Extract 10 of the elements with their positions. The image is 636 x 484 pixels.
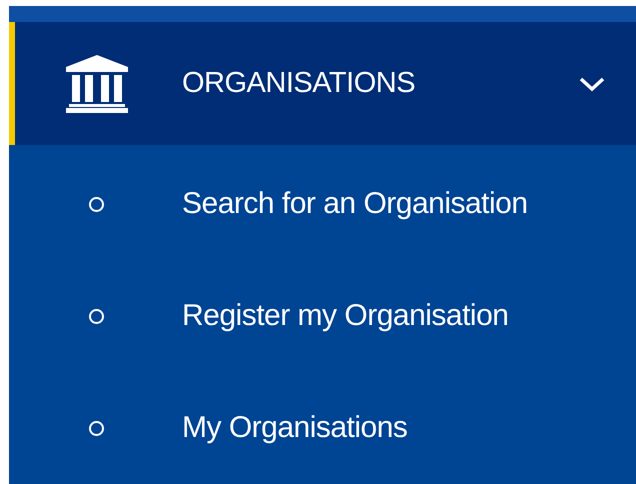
- submenu-link[interactable]: My Organisations: [9, 372, 636, 484]
- circle-icon: [89, 196, 104, 212]
- circle-icon: [89, 308, 104, 324]
- chevron-down-icon: [578, 76, 606, 92]
- submenu-link[interactable]: Search for an Organisation: [9, 148, 636, 260]
- circle-icon: [89, 420, 104, 436]
- menu-section-header[interactable]: ORGANISATIONS: [9, 22, 636, 145]
- menu-section-label: ORGANISATIONS: [182, 67, 416, 100]
- submenu-link[interactable]: Register my Organisation: [9, 260, 636, 372]
- bank-icon: [66, 54, 128, 112]
